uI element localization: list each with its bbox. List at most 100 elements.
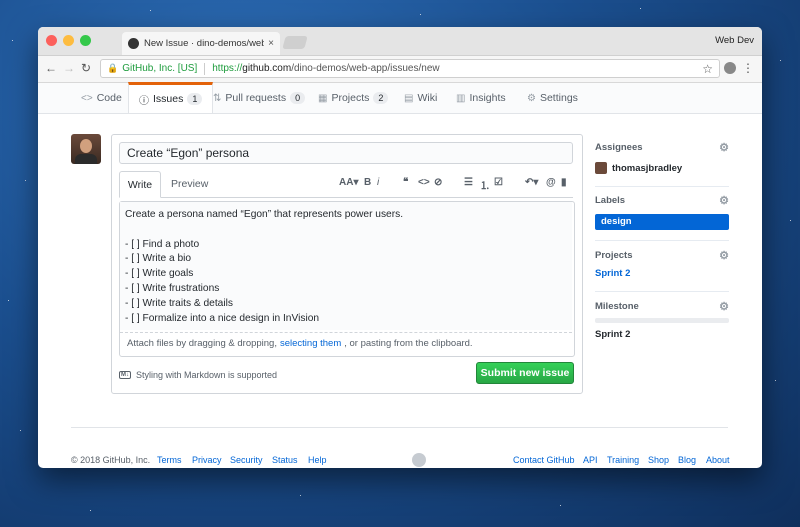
secure-label: GitHub, Inc. [US] [122, 63, 198, 74]
attach-text-after: , or pasting from the clipboard. [344, 338, 473, 349]
issue-body-textarea[interactable]: Create a persona named “Egon” that repre… [120, 202, 572, 330]
address-bar[interactable]: 🔒 GitHub, Inc. [US] https://github.com/d… [100, 59, 720, 78]
projects-heading: Projects ⚙ [595, 250, 729, 264]
profile-name[interactable]: Web Dev [715, 35, 754, 46]
heading-icon[interactable]: AA▾ [339, 177, 358, 188]
code-icon[interactable]: <> [418, 177, 430, 188]
sidebar-divider [595, 186, 729, 187]
tab-wiki[interactable]: ▤ Wiki [404, 83, 437, 113]
tab-settings[interactable]: ⚙ Settings [527, 83, 578, 113]
tab-label: Settings [539, 92, 578, 104]
bold-icon[interactable]: B [364, 177, 371, 188]
tab-write[interactable]: Write [119, 171, 161, 198]
quote-icon[interactable]: ❝ [403, 177, 408, 188]
assignees-heading-text: Assignees [595, 142, 643, 153]
back-arrow-icon[interactable]: ← [45, 61, 57, 75]
body-line: - [ ] Find a photo [125, 238, 200, 250]
window-controls [46, 35, 91, 46]
footer-link-api[interactable]: API [583, 455, 598, 465]
footer-link-shop[interactable]: Shop [648, 455, 669, 465]
footer-link-terms[interactable]: Terms [157, 455, 182, 465]
browser-tab[interactable]: New Issue · dino-demos/web-a × [122, 32, 280, 55]
markdown-note-text: Styling with Markdown is supported [136, 370, 278, 380]
graph-icon: ▥ [456, 92, 466, 104]
tab-close-icon[interactable]: × [268, 38, 274, 49]
body-line: - [ ] Formalize into a nice design in In… [125, 312, 320, 324]
maximize-window-button[interactable] [80, 35, 91, 46]
attach-files-bar[interactable]: Attach files by dragging & dropping, sel… [120, 332, 572, 354]
tab-issues[interactable]: ⓘ Issues 1 [128, 82, 214, 113]
assignee-name: thomasjbradley [612, 162, 683, 174]
labels-heading: Labels ⚙ [595, 195, 729, 209]
avatar-body [75, 154, 97, 164]
book-icon: ▤ [404, 92, 414, 104]
reload-icon[interactable]: ↻ [81, 61, 91, 75]
select-files-link[interactable]: selecting them [280, 338, 341, 349]
projects-heading-text: Projects [595, 250, 633, 261]
tab-projects[interactable]: ▦ Projects 2 [318, 83, 389, 113]
browser-titlebar: New Issue · dino-demos/web-a × Web Dev [38, 27, 762, 56]
new-tab-button[interactable] [282, 36, 308, 49]
tab-preview[interactable]: Preview [171, 171, 208, 197]
sidebar-divider [595, 291, 729, 292]
link-icon[interactable]: ⊘ [434, 177, 442, 188]
footer-link-about[interactable]: About [706, 455, 730, 465]
milestone-gear-icon[interactable]: ⚙ [719, 300, 729, 313]
body-line: - [ ] Write a bio [125, 253, 192, 265]
body-line [125, 223, 567, 238]
bullet-list-icon[interactable]: ☰ [464, 177, 473, 188]
projects-section: Projects ⚙ Sprint 2 [595, 250, 729, 279]
body-line: - [ ] Write traits & details [125, 297, 233, 309]
page-footer: © 2018 GitHub, Inc. Terms Privacy Securi… [71, 427, 730, 467]
extension-icon[interactable] [724, 62, 736, 74]
mention-icon[interactable]: @ [546, 177, 556, 188]
milestone-title[interactable]: Sprint 2 [595, 329, 729, 340]
label-design[interactable]: design [595, 214, 729, 230]
labels-heading-text: Labels [595, 195, 626, 206]
labels-section: Labels ⚙ design [595, 195, 729, 230]
new-issue-form: Create “Egon” persona Write Preview AA▾ … [111, 134, 583, 394]
assignee-avatar [595, 162, 607, 174]
forward-arrow-icon[interactable]: → [63, 61, 75, 75]
footer-link-contact[interactable]: Contact GitHub [513, 455, 575, 465]
footer-link-privacy[interactable]: Privacy [192, 455, 222, 465]
reply-icon[interactable]: ↶▾ [525, 177, 538, 188]
tab-label: Projects [331, 92, 370, 104]
footer-link-security[interactable]: Security [230, 455, 263, 465]
markdown-note[interactable]: M↓ Styling with Markdown is supported [119, 370, 277, 380]
footer-link-training[interactable]: Training [607, 455, 639, 465]
close-window-button[interactable] [46, 35, 57, 46]
repo-nav: <> Code ⓘ Issues 1 ⇅ Pull requests 0 ▦ P… [38, 82, 762, 114]
browser-toolbar: ← → ↻ 🔒 GitHub, Inc. [US] https://github… [38, 56, 762, 83]
url-host: github.com [242, 63, 292, 74]
numbered-list-icon[interactable]: ⒈ [480, 177, 490, 192]
browser-menu-icon[interactable]: ⋮ [742, 61, 754, 75]
tab-insights[interactable]: ▥ Insights [456, 83, 506, 113]
italic-icon[interactable]: i [377, 177, 379, 188]
editor-tabs: Write Preview AA▾ B i ❝ <> ⊘ ☰ ⒈ ☑ ↶▾ @ … [119, 171, 573, 198]
tab-pull-requests[interactable]: ⇅ Pull requests 0 [213, 83, 306, 113]
footer-link-help[interactable]: Help [308, 455, 327, 465]
tab-title: New Issue · dino-demos/web-a [144, 38, 265, 49]
submit-new-issue-button[interactable]: Submit new issue [476, 362, 574, 384]
bookmark-star-icon[interactable]: ☆ [702, 62, 713, 76]
avatar[interactable] [71, 134, 101, 164]
assignee-item[interactable]: thomasjbradley [595, 162, 729, 174]
lock-icon: 🔒 [107, 63, 119, 73]
pull-requests-counter: 0 [290, 92, 306, 104]
footer-link-status[interactable]: Status [272, 455, 298, 465]
labels-gear-icon[interactable]: ⚙ [719, 194, 729, 207]
tab-code[interactable]: <> Code [81, 83, 122, 113]
minimize-window-button[interactable] [63, 35, 74, 46]
github-logo-icon[interactable] [412, 453, 426, 467]
url-scheme: https:// [212, 63, 243, 74]
issue-title-input[interactable]: Create “Egon” persona [119, 142, 573, 164]
projects-gear-icon[interactable]: ⚙ [719, 249, 729, 262]
bookmark-icon[interactable]: ▮ [561, 177, 567, 188]
assignees-gear-icon[interactable]: ⚙ [719, 141, 729, 154]
project-link[interactable]: Sprint 2 [595, 268, 729, 279]
code-icon: <> [81, 92, 93, 104]
footer-link-blog[interactable]: Blog [678, 455, 696, 465]
task-list-icon[interactable]: ☑ [494, 177, 503, 188]
body-line: - [ ] Write frustrations [125, 282, 220, 294]
